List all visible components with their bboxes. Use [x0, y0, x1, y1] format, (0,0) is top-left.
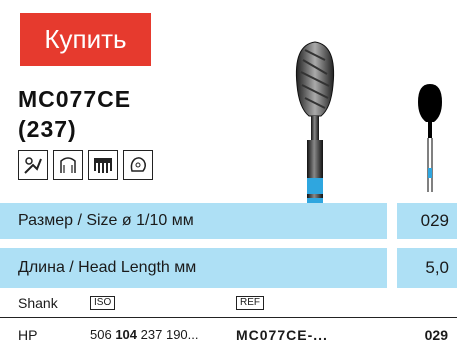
indication-icons [18, 150, 153, 180]
ref-badge: REF [236, 296, 264, 310]
product-number: (237) [18, 116, 77, 142]
size-number: 029 [424, 327, 448, 343]
ref-number: MC077CE-... [236, 327, 328, 343]
iso-post: 237 190... [140, 327, 199, 342]
length-value: 5,0 [425, 258, 449, 277]
iso-badge: ISO [90, 296, 116, 310]
shank-header: Shank ISO REF [18, 293, 448, 315]
iso-number: 506 104 237 190... [90, 327, 198, 342]
length-label: Длина / Head Length мм [18, 259, 197, 276]
denture-icon [88, 150, 118, 180]
product-code: MC077CE [18, 86, 132, 112]
shank-label: Shank [18, 295, 58, 311]
table-row: HP 506 104 237 190... MC077CE-... 029 [18, 325, 448, 347]
size-label: Размер / Size ø 1/10 мм [18, 212, 194, 229]
iso-pre: 506 [90, 327, 112, 342]
product-title: MC077CE (237) [18, 84, 131, 144]
model-icon [123, 150, 153, 180]
length-value-box: 5,0 [397, 248, 457, 288]
shank-type: HP [18, 327, 38, 343]
length-row: Длина / Head Length мм [0, 248, 387, 288]
bur-silhouette-icon [418, 84, 442, 192]
bur-illustration-icon [295, 41, 335, 220]
size-row: Размер / Size ø 1/10 мм [0, 203, 387, 239]
size-value-box: 029 [397, 203, 457, 239]
table-divider [0, 317, 457, 318]
iso-bold: 104 [115, 327, 138, 342]
size-value: 029 [420, 211, 449, 230]
buy-button[interactable]: Купить [20, 13, 151, 66]
crown-prep-icon [53, 150, 83, 180]
surgery-icon [18, 150, 48, 180]
